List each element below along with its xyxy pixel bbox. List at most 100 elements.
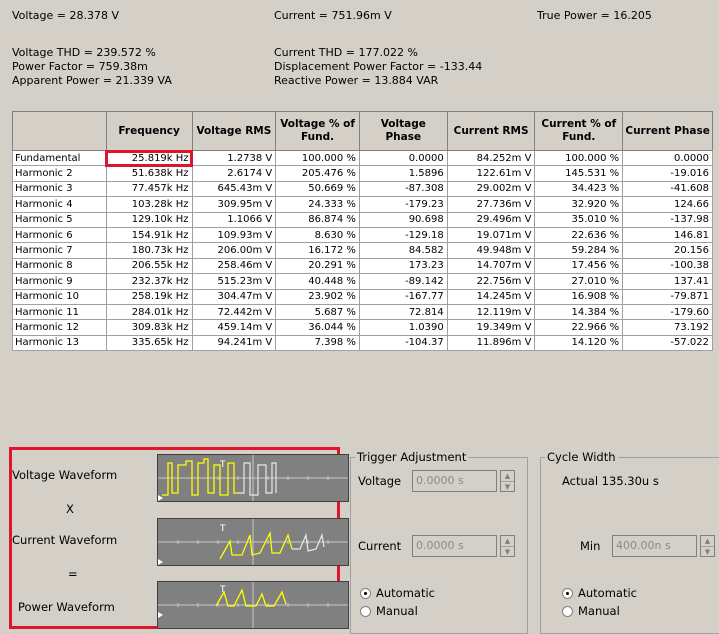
cell-current-pct: 32.920 % [534,196,624,213]
cell-voltage-rms: 459.14m V [191,319,277,336]
displacement-pf-readout: Displacement Power Factor = -133.44 [274,60,483,73]
equals-symbol: = [68,567,78,581]
cell-frequency: 25.819k Hz [105,149,194,167]
cell-voltage-phase: 0.0000 [358,149,448,167]
trigger-voltage-input[interactable]: 0.0000 s [412,470,497,492]
current-waveform-display[interactable]: T [157,518,349,566]
table-row[interactable]: Harmonic 4 103.28k Hz 309.95m V 24.333 % -17… [12,196,713,213]
trigger-current-spinner[interactable]: ▲ ▼ [500,535,515,557]
trigger-automatic-radio[interactable]: Automatic [360,586,435,600]
cell-voltage-rms: 258.46m V [191,257,277,275]
cell-current-pct: 14.384 % [534,303,624,321]
radio-selected-icon [562,587,573,599]
cell-current-pct: 59.284 % [534,242,624,259]
current-readout: Current = 751.96m V [274,9,392,22]
cell-current-pct: 145.531 % [534,165,624,182]
radio-unselected-icon [360,605,371,617]
cell-current-rms: 29.496m V [446,211,536,228]
cell-current-phase: -57.022 [622,334,713,352]
waveform-panel: Voltage Waveform X Current Waveform = Po… [9,447,349,629]
voltage-waveform-label: Voltage Waveform [12,468,118,482]
cell-voltage-rms: 309.95m V [191,196,277,213]
table-row[interactable]: Harmonic 11 284.01k Hz 72.442m V 5.687 % 72.… [12,303,713,321]
trigger-manual-label: Manual [376,604,418,618]
cell-current-phase: -79.871 [622,288,713,305]
cycle-min-label: Min [580,539,601,553]
table-row[interactable]: Harmonic 3 77.457k Hz 645.43m V 50.669 % -87… [12,180,713,198]
cell-frequency: 51.638k Hz [105,165,193,182]
cell-harmonic-label: Harmonic 4 [12,196,107,213]
table-row[interactable]: Harmonic 12 309.83k Hz 459.14m V 36.044 % 1.… [12,319,713,336]
header-current-rms[interactable]: Current RMS [446,111,536,151]
table-row[interactable]: Harmonic 9 232.37k Hz 515.23m V 40.448 % -89… [12,273,713,290]
cell-voltage-phase: 173.23 [358,257,448,275]
reactive-power-readout: Reactive Power = 13.884 VAR [274,74,439,87]
cell-current-pct: 35.010 % [534,211,624,228]
cell-current-pct: 27.010 % [534,273,624,290]
cell-current-pct: 22.636 % [534,226,624,244]
cell-current-rms: 27.736m V [446,196,536,213]
cell-current-pct: 14.120 % [534,334,624,352]
cell-voltage-phase: 1.0390 [358,319,448,336]
cell-voltage-phase: -129.18 [358,226,448,244]
trigger-voltage-spinner[interactable]: ▲ ▼ [500,470,515,492]
table-row[interactable]: Fundamental 25.819k Hz 1.2738 V 100.000 % 0.… [12,149,713,167]
header-current-phase[interactable]: Current Phase [622,111,713,151]
table-row[interactable]: Harmonic 7 180.73k Hz 206.00m V 16.172 % 84.… [12,242,713,259]
spin-up-icon[interactable]: ▲ [501,471,514,482]
header-voltage-pct[interactable]: Voltage % of Fund. [275,111,360,151]
table-row[interactable]: Harmonic 13 335.65k Hz 94.241m V 7.398 % -10… [12,334,713,352]
svg-text:T: T [219,460,226,470]
table-row[interactable]: Harmonic 10 258.19k Hz 304.47m V 23.902 % -1… [12,288,713,305]
cell-harmonic-label: Harmonic 9 [12,273,107,290]
spin-down-icon[interactable]: ▼ [501,482,514,492]
header-voltage-rms[interactable]: Voltage RMS [191,111,277,151]
voltage-waveform-display[interactable]: T [157,454,349,502]
cycle-manual-radio[interactable]: Manual [562,604,620,618]
trigger-manual-radio[interactable]: Manual [360,604,418,618]
cell-harmonic-label: Harmonic 8 [12,257,107,275]
trigger-current-input[interactable]: 0.0000 s [412,535,497,557]
cell-harmonic-label: Harmonic 2 [12,165,107,182]
table-row[interactable]: Harmonic 8 206.55k Hz 258.46m V 20.291 % 173… [12,257,713,275]
cell-frequency: 77.457k Hz [105,180,193,198]
cell-current-rms: 14.707m V [446,257,536,275]
cell-frequency: 284.01k Hz [105,303,193,321]
spin-down-icon[interactable]: ▼ [501,547,514,557]
header-blank [12,111,107,151]
cycle-automatic-radio[interactable]: Automatic [562,586,637,600]
cell-harmonic-label: Harmonic 5 [12,211,107,228]
spin-down-icon[interactable]: ▼ [701,547,714,557]
cycle-min-input[interactable]: 400.00n s [612,535,697,557]
power-waveform-display[interactable]: T [157,581,349,629]
cell-voltage-rms: 94.241m V [191,334,277,352]
cell-frequency: 129.10k Hz [105,211,193,228]
cell-voltage-phase: -179.23 [358,196,448,213]
header-voltage-phase[interactable]: Voltage Phase [358,111,448,151]
current-thd-readout: Current THD = 177.022 % [274,46,418,59]
current-waveform-label: Current Waveform [12,533,118,547]
svg-text:T: T [219,524,226,534]
header-frequency[interactable]: Frequency [105,111,193,151]
cell-harmonic-label: Harmonic 12 [12,319,107,336]
cycle-min-spinner[interactable]: ▲ ▼ [700,535,715,557]
cell-voltage-pct: 24.333 % [275,196,360,213]
cycle-manual-label: Manual [578,604,620,618]
cell-current-rms: 19.071m V [446,226,536,244]
spin-up-icon[interactable]: ▲ [701,536,714,547]
cell-voltage-phase: 84.582 [358,242,448,259]
cell-frequency: 206.55k Hz [105,257,193,275]
table-row[interactable]: Harmonic 5 129.10k Hz 1.1066 V 86.874 % 90.6… [12,211,713,228]
cell-current-phase: -19.016 [622,165,713,182]
cell-frequency: 103.28k Hz [105,196,193,213]
cell-harmonic-label: Fundamental [12,149,107,167]
cell-current-rms: 12.119m V [446,303,536,321]
table-row[interactable]: Harmonic 6 154.91k Hz 109.93m V 8.630 % -129… [12,226,713,244]
table-row[interactable]: Harmonic 2 51.638k Hz 2.6174 V 205.476 % 1.5… [12,165,713,182]
spin-up-icon[interactable]: ▲ [501,536,514,547]
cell-current-pct: 16.908 % [534,288,624,305]
header-current-pct[interactable]: Current % of Fund. [534,111,624,151]
cycle-automatic-label: Automatic [578,586,637,600]
cell-current-rms: 22.756m V [446,273,536,290]
cell-current-phase: -179.60 [622,303,713,321]
